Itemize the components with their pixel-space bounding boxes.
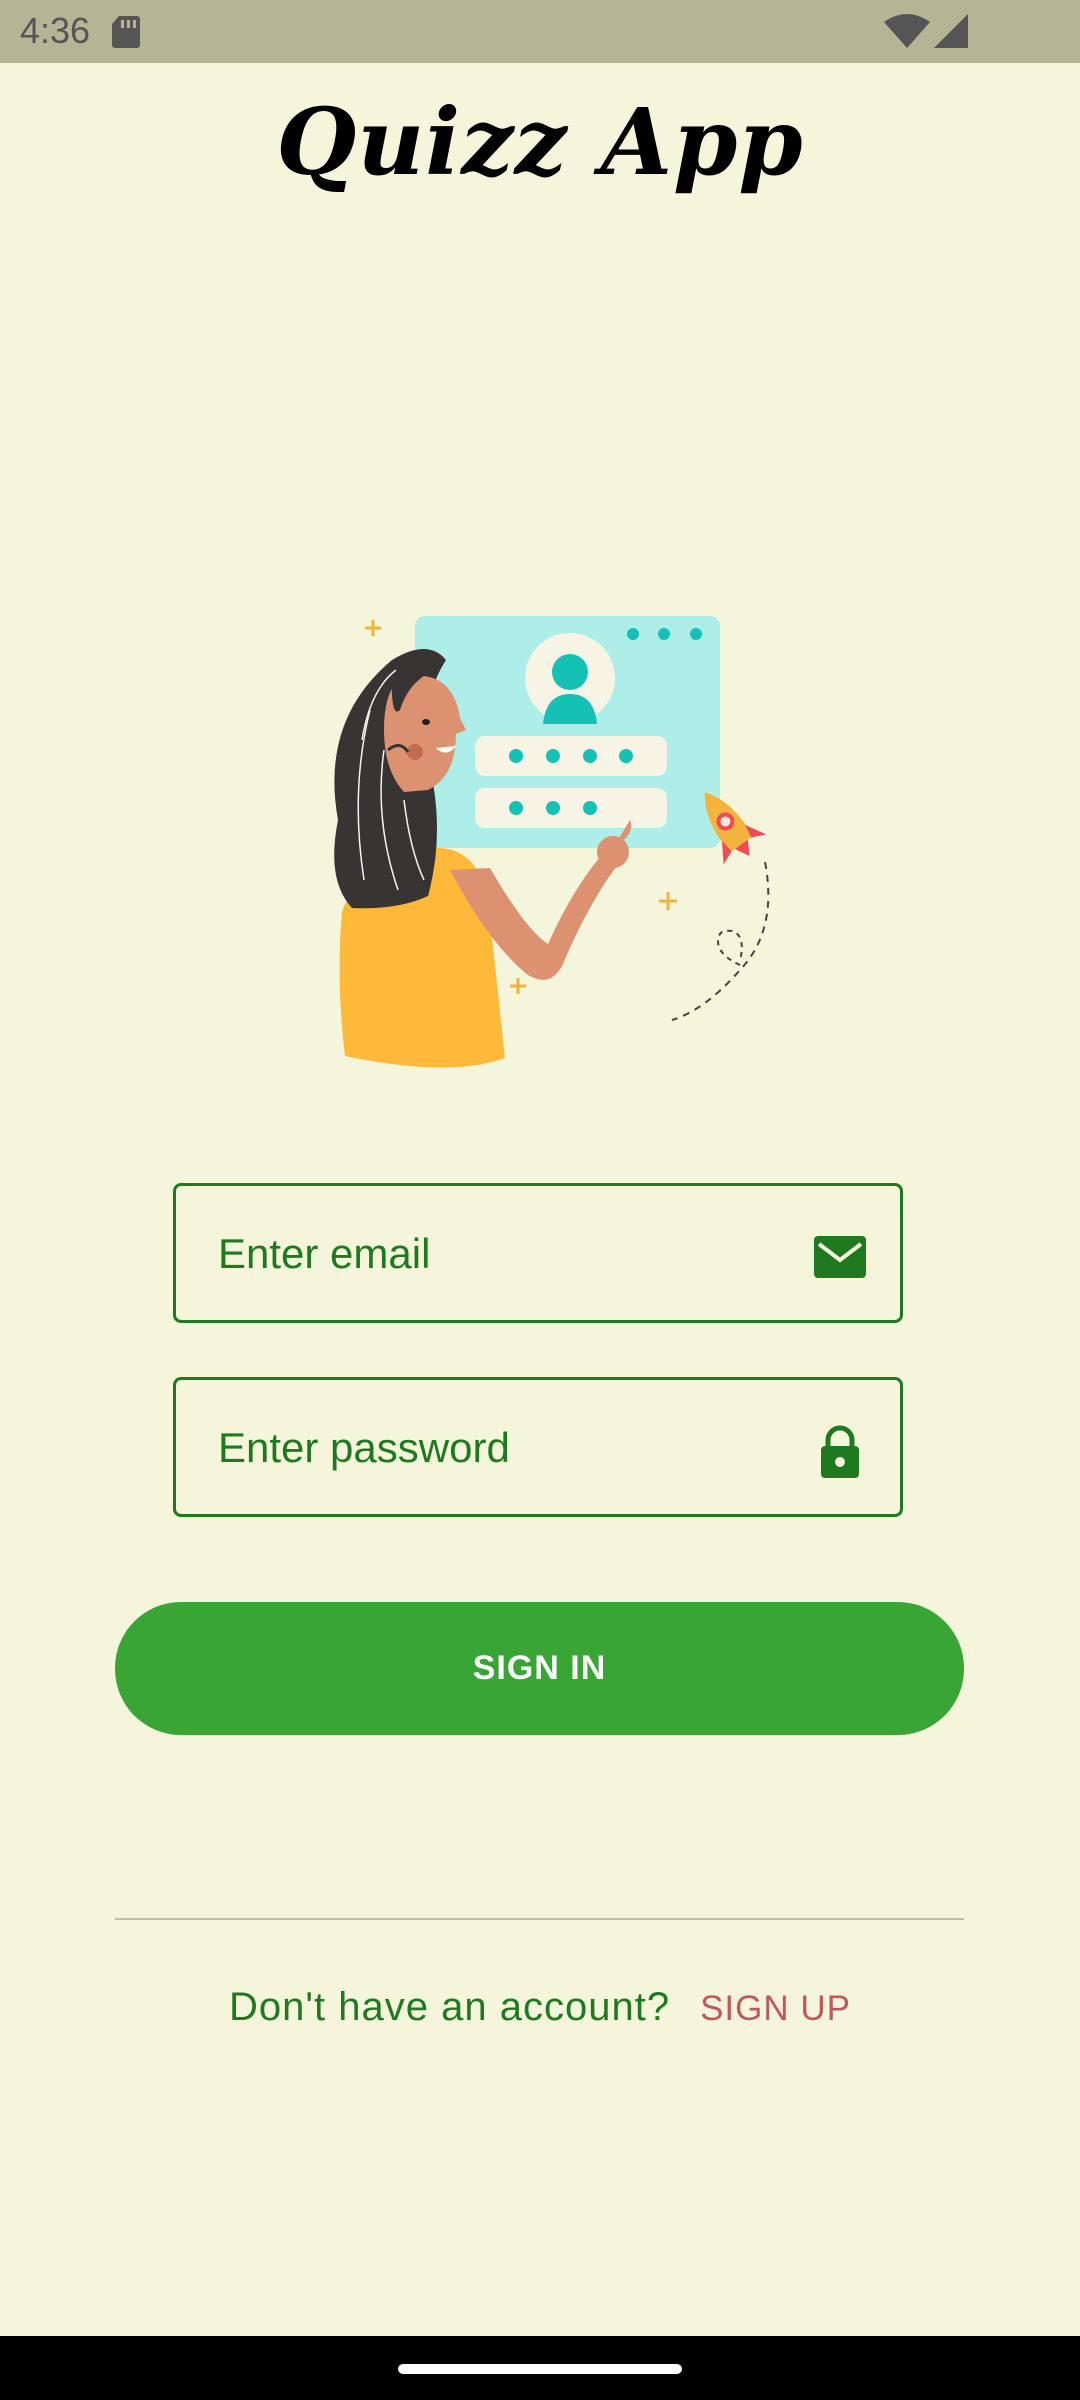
sign-in-button[interactable]: SIGN IN (115, 1602, 964, 1735)
sign-up-row: Don't have an account? SIGN UP (0, 1985, 1080, 2030)
email-field[interactable] (173, 1183, 903, 1323)
status-time: 4:36 (20, 10, 91, 51)
lock-icon (821, 1425, 859, 1478)
password-field[interactable] (173, 1377, 903, 1517)
wifi-icon (884, 14, 930, 48)
envelope-icon (814, 1236, 866, 1278)
no-account-text: Don't have an account? (229, 1985, 671, 2029)
sign-up-link[interactable]: SIGN UP (700, 1989, 851, 2028)
password-input[interactable] (216, 1380, 780, 1516)
app-title: Quizz App (276, 88, 804, 196)
login-illustration (334, 616, 770, 1068)
email-input[interactable] (216, 1186, 780, 1322)
divider (115, 1918, 964, 1920)
sd-card-icon (112, 16, 140, 48)
home-gesture-handle[interactable] (398, 2364, 682, 2374)
status-bar: 4:36 (0, 0, 1080, 63)
cell-signal-icon (934, 14, 968, 48)
